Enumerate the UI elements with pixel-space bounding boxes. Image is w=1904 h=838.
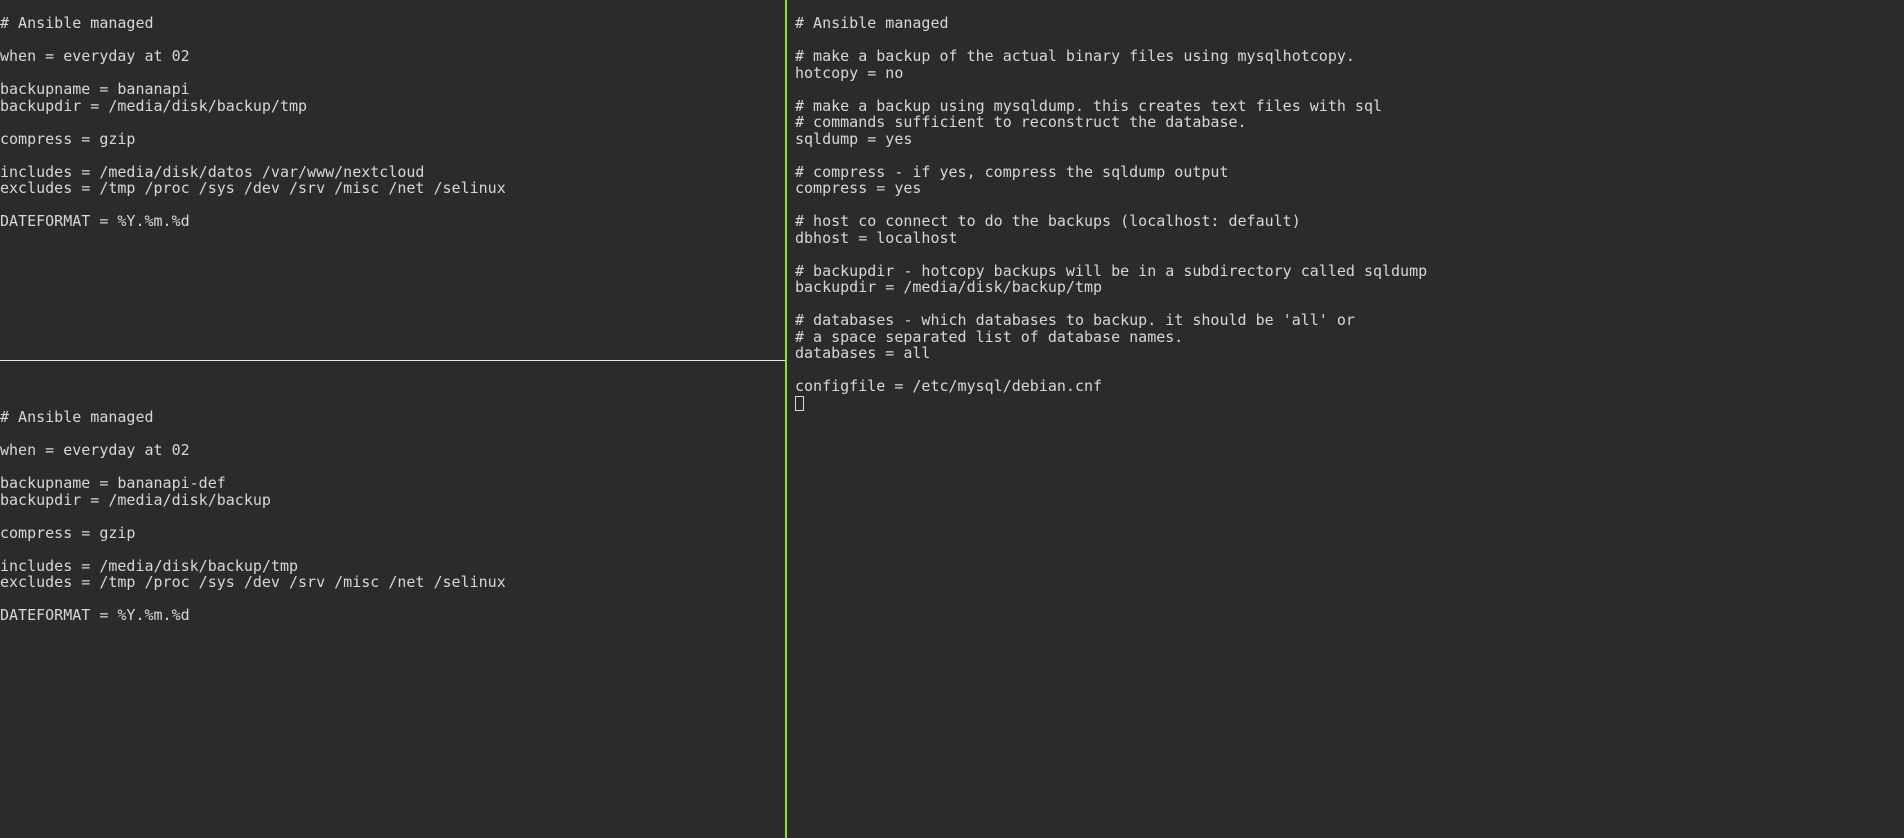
code-line: # databases - which databases to backup.… — [795, 312, 1904, 329]
code-line — [0, 197, 785, 214]
code-line — [0, 114, 785, 131]
code-line: excludes = /tmp /proc /sys /dev /srv /mi… — [0, 180, 785, 197]
code-line: backupdir = /media/disk/backup/tmp — [0, 98, 785, 115]
code-line: # commands sufficient to reconstruct the… — [795, 114, 1904, 131]
code-line: backupname = bananapi — [0, 81, 785, 98]
left-bottom-pane[interactable]: # Ansible managed when = everyday at 02 ba… — [0, 361, 785, 838]
code-line: sqldump = yes — [795, 131, 1904, 148]
code-line — [0, 459, 785, 476]
code-line — [0, 426, 785, 443]
code-line: # make a backup using mysqldump. this cr… — [795, 98, 1904, 115]
horizontal-split[interactable] — [0, 360, 785, 361]
code-line: compress = gzip — [0, 525, 785, 542]
code-line: # Ansible managed — [0, 15, 785, 32]
code-line: when = everyday at 02 — [0, 48, 785, 65]
code-line: # Ansible managed — [0, 409, 785, 426]
code-line — [0, 508, 785, 525]
code-line — [795, 296, 1904, 313]
code-line — [795, 81, 1904, 98]
code-line — [795, 246, 1904, 263]
right-pane[interactable]: # Ansible managed # make a backup of the … — [787, 0, 1904, 838]
code-line — [795, 197, 1904, 214]
code-line: DATEFORMAT = %Y.%m.%d — [0, 213, 785, 230]
code-line — [0, 32, 785, 49]
code-line: backupname = bananapi-def — [0, 475, 785, 492]
cursor — [795, 396, 804, 411]
code-line: compress = gzip — [0, 131, 785, 148]
code-line — [0, 591, 785, 608]
code-line: DATEFORMAT = %Y.%m.%d — [0, 607, 785, 624]
terminal-editor[interactable]: # Ansible managed when = everyday at 02 ba… — [0, 0, 1904, 838]
code-line: # Ansible managed — [795, 15, 1904, 32]
code-line: # backupdir - hotcopy backups will be in… — [795, 263, 1904, 280]
code-line: hotcopy = no — [795, 65, 1904, 82]
code-line — [0, 147, 785, 164]
code-line: # a space separated list of database nam… — [795, 329, 1904, 346]
code-line: excludes = /tmp /proc /sys /dev /srv /mi… — [0, 574, 785, 591]
code-line — [795, 362, 1904, 379]
code-line — [0, 541, 785, 558]
code-line: compress = yes — [795, 180, 1904, 197]
left-top-pane[interactable]: # Ansible managed when = everyday at 02 ba… — [0, 0, 785, 360]
code-line: # make a backup of the actual binary fil… — [795, 48, 1904, 65]
code-line: includes = /media/disk/backup/tmp — [0, 558, 785, 575]
cursor-line — [795, 395, 1904, 412]
code-line: # host co connect to do the backups (loc… — [795, 213, 1904, 230]
code-line — [795, 147, 1904, 164]
code-line: backupdir = /media/disk/backup — [0, 492, 785, 509]
code-line: configfile = /etc/mysql/debian.cnf — [795, 378, 1904, 395]
code-line — [0, 65, 785, 82]
code-line: databases = all — [795, 345, 1904, 362]
left-column: # Ansible managed when = everyday at 02 ba… — [0, 0, 785, 838]
code-line: backupdir = /media/disk/backup/tmp — [795, 279, 1904, 296]
code-line — [795, 32, 1904, 49]
code-line: when = everyday at 02 — [0, 442, 785, 459]
code-line: dbhost = localhost — [795, 230, 1904, 247]
code-line: # compress - if yes, compress the sqldum… — [795, 164, 1904, 181]
code-line: includes = /media/disk/datos /var/www/ne… — [0, 164, 785, 181]
